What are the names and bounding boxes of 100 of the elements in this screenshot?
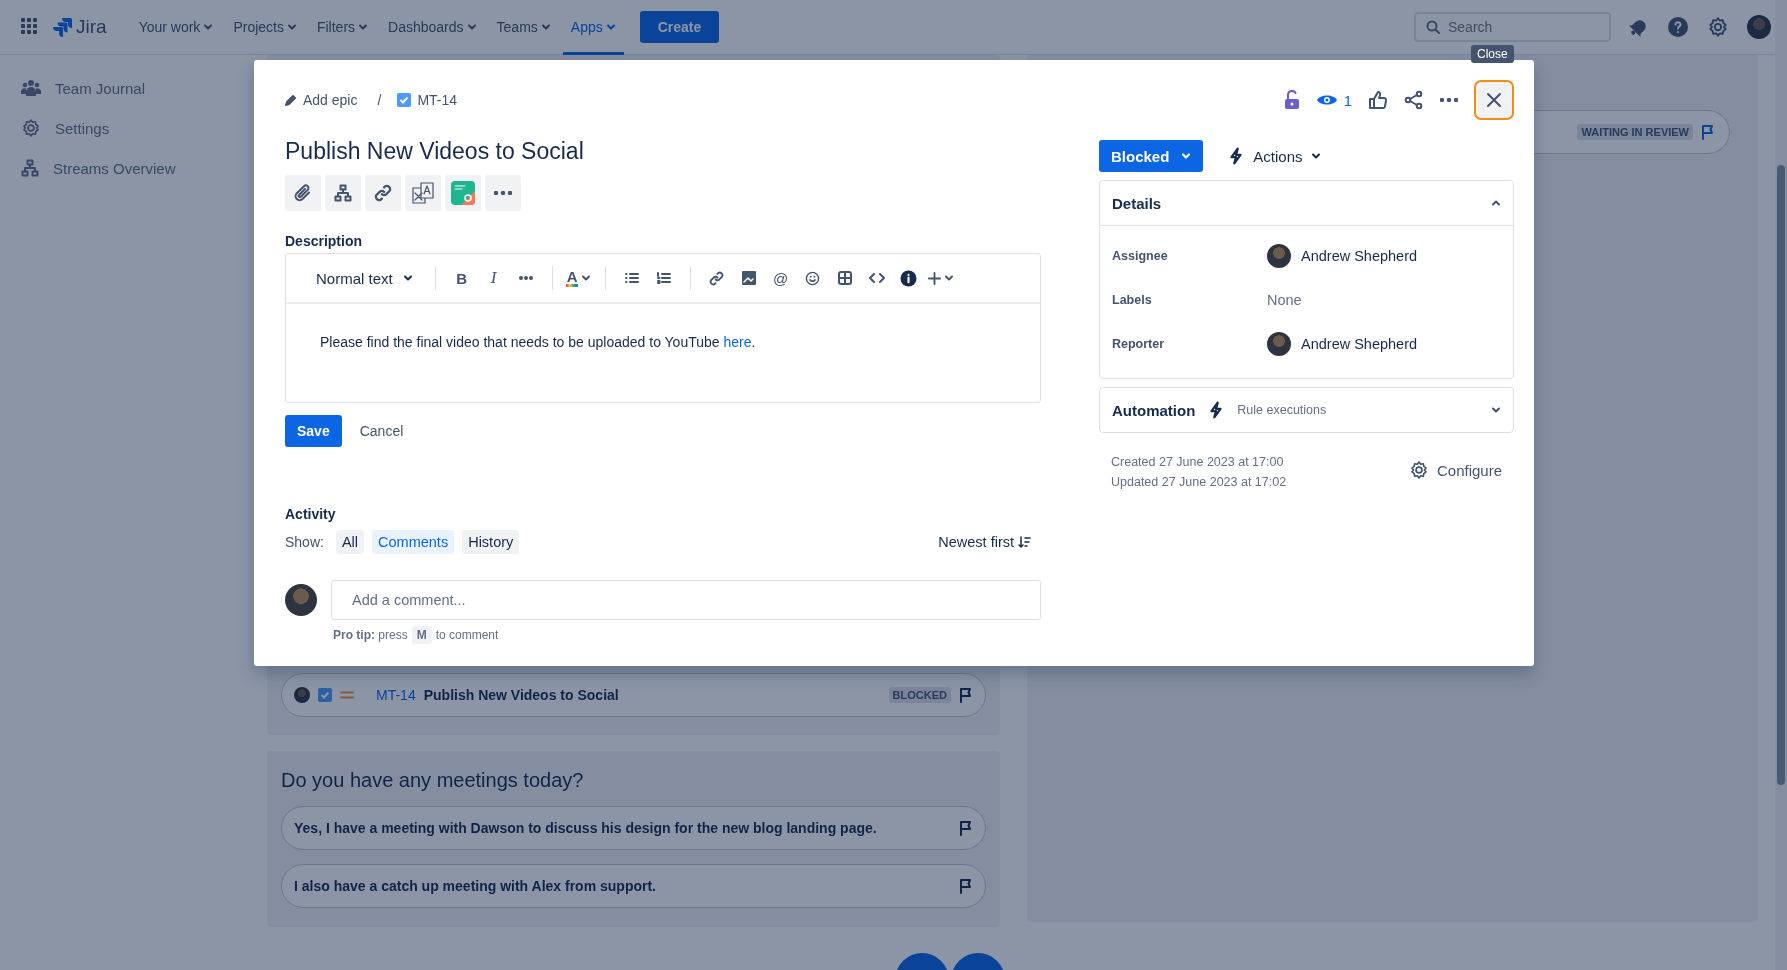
priority-medium-icon <box>340 691 354 699</box>
description-text: Please find the final video that needs to be uploaded to YouTube here. <box>320 334 756 350</box>
hierarchy-icon <box>334 184 352 202</box>
bullet-list-icon <box>624 272 639 284</box>
nav-menu-item[interactable]: Filters <box>308 0 377 55</box>
link-issue-button[interactable] <box>365 175 401 211</box>
scrollbar-thumb[interactable] <box>1777 165 1785 785</box>
help-button[interactable] <box>1667 16 1689 38</box>
plus-icon <box>927 271 941 285</box>
task-icon <box>397 93 412 107</box>
gear-icon <box>21 118 41 138</box>
table-icon <box>837 271 852 285</box>
ellipsis-icon <box>1440 98 1458 102</box>
sort-button[interactable]: Newest first <box>938 534 1031 550</box>
app-logo-icon <box>451 181 475 205</box>
jira-logo-icon <box>52 17 72 37</box>
field-label: Labels <box>1112 293 1153 307</box>
mention-button[interactable]: @ <box>766 262 795 294</box>
add-epic-link[interactable]: Add epic <box>285 92 358 108</box>
flag-icon <box>959 820 973 836</box>
hierarchy-icon <box>21 159 39 177</box>
here-link[interactable]: here <box>723 334 752 350</box>
filter-label: Show: <box>285 534 324 550</box>
avatar[interactable] <box>1747 15 1771 39</box>
notifications-button[interactable] <box>1629 17 1649 37</box>
field-value[interactable]: Andrew Shepherd <box>1301 336 1418 352</box>
sort-icon <box>1018 536 1031 548</box>
configure-button[interactable]: Configure <box>1408 455 1502 485</box>
avatar <box>294 687 310 703</box>
settings-button[interactable] <box>1707 16 1729 38</box>
issue-key-link[interactable]: MT-14 <box>397 92 458 108</box>
italic-button[interactable]: I <box>479 262 508 294</box>
watch-button[interactable]: 1 <box>1315 84 1352 116</box>
pro-tip-text: to comment <box>435 628 499 642</box>
share-icon <box>1404 90 1424 110</box>
translate-icon <box>411 181 435 205</box>
search-icon <box>1426 20 1440 34</box>
bold-button[interactable]: B <box>447 262 476 294</box>
unlocked-padlock-icon <box>1283 90 1300 110</box>
status-lozenge: BLOCKED <box>888 687 951 703</box>
link-icon <box>709 270 725 286</box>
field-label: Assignee <box>1112 249 1169 263</box>
product-name: Jira <box>76 16 107 38</box>
actions-dropdown[interactable]: Actions <box>1227 140 1321 172</box>
rich-text-editor[interactable]: Normal text B I A @ Please find the final video that needs to be uploaded to YouTube here. <box>285 253 1041 403</box>
field-value[interactable]: Andrew Shepherd <box>1301 248 1418 264</box>
field-value[interactable]: None <box>1267 292 1302 308</box>
code-icon <box>868 272 885 284</box>
task-icon <box>318 688 332 702</box>
close-icon <box>1486 92 1502 108</box>
issue-title[interactable]: Publish New Videos to Social <box>285 135 1041 167</box>
updated-date: Updated 27 June 2023 at 17:02 <box>1111 475 1287 489</box>
attach-button[interactable] <box>285 175 321 211</box>
activity-filter-tab[interactable]: Comments <box>372 530 455 554</box>
people-icon <box>21 79 41 97</box>
pro-tip-text: Pro tip: press <box>333 628 408 642</box>
keyboard-key: M <box>411 626 432 644</box>
paperclip-icon <box>294 184 312 202</box>
nav-menu-item[interactable]: Your work <box>130 0 222 55</box>
activity-filter-tab[interactable]: History <box>462 530 520 554</box>
help-icon <box>1667 16 1689 38</box>
close-button[interactable] <box>1474 80 1514 120</box>
automation-header[interactable]: Automation Rule executions <box>1100 388 1513 432</box>
activity-filter-tab[interactable]: All <box>335 530 365 554</box>
bell-icon <box>1629 17 1649 37</box>
numbered-list-icon <box>656 272 671 284</box>
ellipsis-icon <box>494 191 512 195</box>
ellipsis-icon <box>518 276 533 280</box>
gear-icon <box>1408 460 1429 480</box>
nav-menu-item[interactable]: Teams <box>488 0 559 55</box>
more-button[interactable] <box>485 175 521 211</box>
answer-text: I also have a catch up meeting with Alex from support. <box>294 878 657 894</box>
save-button[interactable]: Save <box>285 415 342 447</box>
issue-row[interactable]: MT-14 Publish New Videos to Social BLOCKED <box>281 673 986 717</box>
answer-text: Yes, I have a meeting with Dawson to discuss his design for the new blog landing page. <box>294 820 878 836</box>
nav-menu-item[interactable]: Projects <box>225 0 305 55</box>
child-issue-button[interactable] <box>325 175 361 211</box>
text-color-button[interactable]: A <box>564 262 593 294</box>
section-label: Activity <box>285 506 337 522</box>
info-icon <box>900 269 918 287</box>
link-icon <box>374 184 392 202</box>
cancel-button[interactable]: Cancel <box>351 415 412 447</box>
status-lozenge: WAITING IN REVIEW <box>1577 124 1693 140</box>
breadcrumb-separator: / <box>377 92 382 108</box>
avatar <box>1267 332 1291 356</box>
card-title: Do you have any meetings today? <box>281 769 585 792</box>
image-icon <box>741 271 756 285</box>
section-label: Description <box>285 233 363 249</box>
thumbs-up-icon <box>1368 90 1388 110</box>
smiley-icon <box>805 270 821 286</box>
status-dropdown[interactable]: Blocked <box>1099 140 1204 172</box>
comment-field[interactable]: Add a comment... <box>331 580 1041 620</box>
search-field[interactable]: Search <box>1414 12 1611 42</box>
issue-key: MT-14 <box>376 687 416 703</box>
nav-menu-item[interactable]: Dashboards <box>380 0 485 55</box>
settings-icon <box>1707 16 1729 38</box>
avatar <box>285 584 317 616</box>
text-style-dropdown[interactable]: Normal text <box>308 262 423 294</box>
translate-button[interactable] <box>405 175 441 211</box>
details-header[interactable]: Details <box>1100 181 1513 225</box>
